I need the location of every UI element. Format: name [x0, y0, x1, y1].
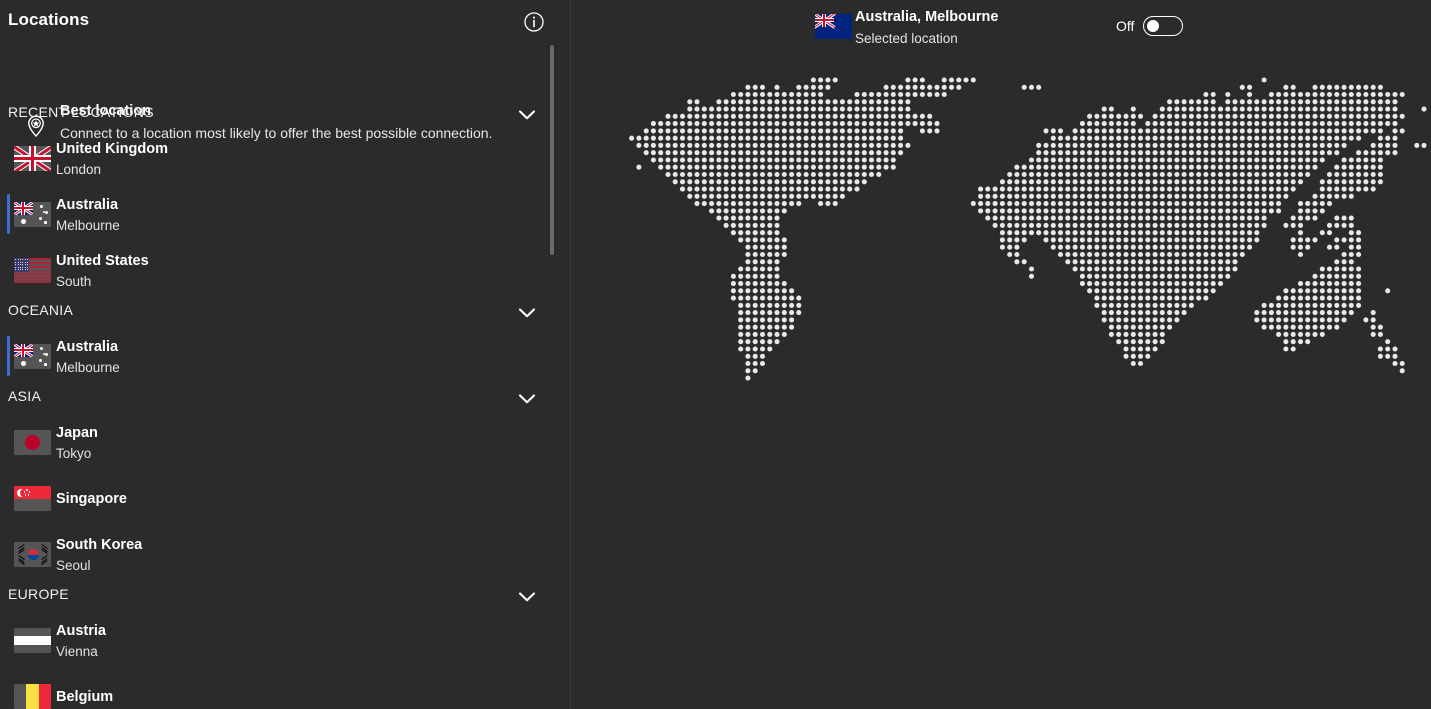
- country-name: Japan: [56, 425, 98, 441]
- location-item[interactable]: Australia Melbourne: [0, 328, 571, 384]
- selected-indicator: [7, 336, 10, 376]
- sidebar-header: Locations: [0, 0, 571, 44]
- selected-indicator: [7, 194, 10, 234]
- location-item[interactable]: Japan Tokyo: [0, 414, 571, 470]
- chevron-down-icon[interactable]: [516, 106, 538, 124]
- country-name: United Kingdom: [56, 141, 168, 157]
- city-name: Melbourne: [56, 360, 120, 375]
- section-label: EUROPE: [8, 586, 69, 602]
- info-circle-icon[interactable]: [522, 10, 546, 34]
- country-flag-icon: [14, 258, 51, 283]
- chevron-down-icon[interactable]: [516, 588, 538, 606]
- country-name: Belgium: [56, 689, 114, 705]
- page-title: Locations: [8, 10, 90, 29]
- section-header-recent-locations[interactable]: RECENT LOCATIONS: [0, 100, 571, 130]
- location-item[interactable]: Belgium: [0, 668, 571, 709]
- world-dot-map: [629, 77, 1427, 381]
- map-panel: Australia, Melbourne Selected location O…: [571, 0, 1431, 709]
- section-label: ASIA: [8, 388, 42, 404]
- city-name: South: [56, 274, 92, 289]
- section-header-europe[interactable]: EUROPE: [0, 582, 571, 612]
- country-flag-icon: [14, 486, 51, 511]
- sidebar-scrollbar[interactable]: [548, 0, 556, 709]
- country-name: South Korea: [56, 537, 143, 553]
- city-name: Vienna: [56, 644, 98, 659]
- location-item[interactable]: Austria Vienna: [0, 612, 571, 668]
- country-name: Austria: [56, 623, 106, 639]
- best-location-item[interactable]: Best location Connect to a location most…: [0, 50, 571, 141]
- location-sections: RECENT LOCATIONS United Kingdom London Aust…: [0, 100, 571, 709]
- locations-sidebar: Locations Best location Connect to a loc…: [0, 0, 571, 709]
- section-label: OCEANIA: [8, 302, 74, 318]
- country-flag-icon: [14, 430, 51, 455]
- section-header-oceania[interactable]: OCEANIA: [0, 298, 571, 328]
- city-name: Tokyo: [56, 446, 92, 461]
- chevron-down-icon[interactable]: [516, 304, 538, 322]
- country-name: United States: [56, 253, 149, 269]
- country-flag-icon: [14, 202, 51, 227]
- section-header-asia[interactable]: ASIA: [0, 384, 571, 414]
- country-flag-icon: [14, 344, 51, 369]
- country-name: Singapore: [56, 491, 127, 507]
- country-flag-icon: [14, 684, 51, 709]
- location-item[interactable]: South Korea Seoul: [0, 526, 571, 582]
- locations-app: Locations Best location Connect to a loc…: [0, 0, 1431, 709]
- city-name: Melbourne: [56, 218, 120, 233]
- scrollbar-thumb[interactable]: [550, 45, 554, 255]
- country-flag-icon: [14, 628, 51, 653]
- country-flag-icon: [14, 542, 51, 567]
- location-item[interactable]: Singapore: [0, 470, 571, 526]
- city-name: Seoul: [56, 558, 91, 573]
- country-name: Australia: [56, 197, 119, 213]
- city-name: London: [56, 162, 102, 177]
- location-item[interactable]: United States South: [0, 242, 571, 298]
- location-item[interactable]: Australia Melbourne: [0, 186, 571, 242]
- section-label: RECENT LOCATIONS: [8, 104, 154, 120]
- country-flag-icon: [14, 146, 51, 171]
- chevron-down-icon[interactable]: [516, 390, 538, 408]
- country-name: Australia: [56, 339, 119, 355]
- location-item[interactable]: United Kingdom London: [0, 130, 571, 186]
